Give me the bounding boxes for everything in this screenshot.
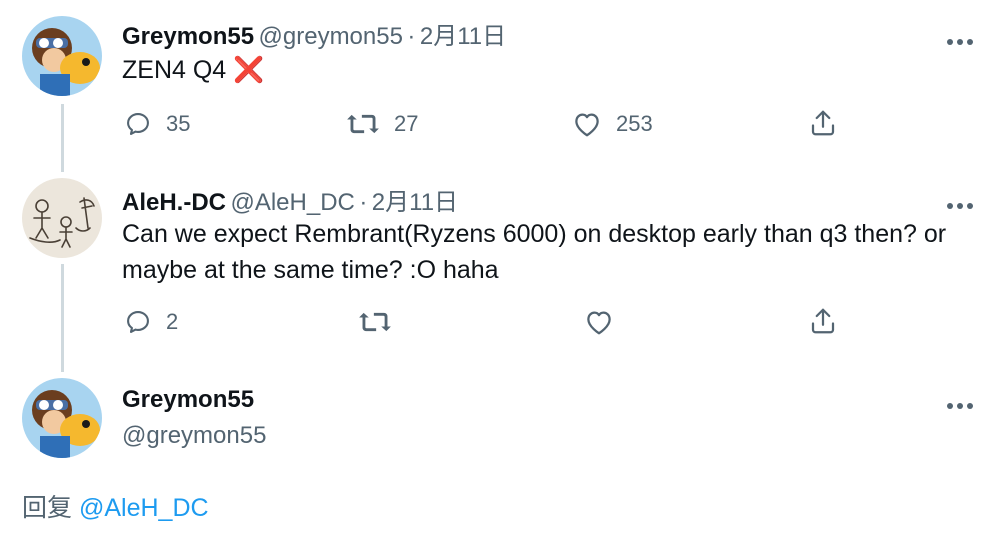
tweet-2-header: AleH.-DC @AleH_DC · 2月11日 [122,182,458,217]
reply-to-mention[interactable]: @AleH_DC [79,494,209,522]
like-icon [572,110,602,138]
tweet-1-text: ZEN4 Q4 ❌ [122,52,264,88]
like-icon [584,308,614,336]
separator-dot: · [359,189,368,216]
retweet-button[interactable] [358,308,392,336]
like-count: 253 [616,111,653,136]
reply-context: 回复 @AleH_DC [22,488,209,524]
reply-button[interactable]: 35 [124,110,190,138]
author-handle[interactable]: @greymon55 [259,23,403,50]
tweet-text: Can we expect Rembrant(Ryzens 6000) on d… [122,220,947,284]
avatar-image [22,178,102,258]
reply-icon [124,308,152,336]
reply-prefix: 回复 [22,494,73,522]
avatar-image [22,16,102,96]
cross-mark-emoji: ❌ [233,56,265,84]
share-icon [808,306,838,336]
more-icon[interactable] [946,196,974,210]
reply-count: 35 [166,111,191,136]
separator-dot: · [407,23,416,50]
tweet-date[interactable]: 2月11日 [420,23,506,50]
author-name[interactable]: Greymon55 [122,23,254,50]
tweet-1-header: Greymon55 @greymon55 · 2月11日 [122,16,506,51]
thread-line-1 [61,104,64,172]
tweet-text: ZEN4 Q4 [122,56,227,84]
retweet-icon [358,308,392,336]
like-button[interactable]: 253 [572,110,653,138]
like-button[interactable] [584,308,614,336]
author-handle[interactable]: @AleH_DC [230,189,354,216]
more-icon[interactable] [946,396,974,410]
thread-line-2 [61,264,64,372]
share-button[interactable] [808,108,838,138]
more-icon[interactable] [946,32,974,46]
avatar-aleh-dc[interactable] [22,178,102,258]
share-button[interactable] [808,306,838,336]
author-name[interactable]: Greymon55 [122,386,254,414]
author-name[interactable]: AleH.-DC [122,189,226,216]
avatar-greymon55[interactable] [22,16,102,96]
tweet-date[interactable]: 2月11日 [372,189,458,216]
avatar-image [22,378,102,458]
reply-count: 2 [166,309,179,334]
reply-button[interactable]: 2 [124,308,178,336]
reply-icon [124,110,152,138]
share-icon [808,108,838,138]
author-handle[interactable]: @greymon55 [122,422,266,450]
retweet-button[interactable]: 27 [346,110,418,138]
retweet-icon [346,110,380,138]
retweet-count: 27 [394,111,419,136]
avatar-greymon55[interactable] [22,378,102,458]
